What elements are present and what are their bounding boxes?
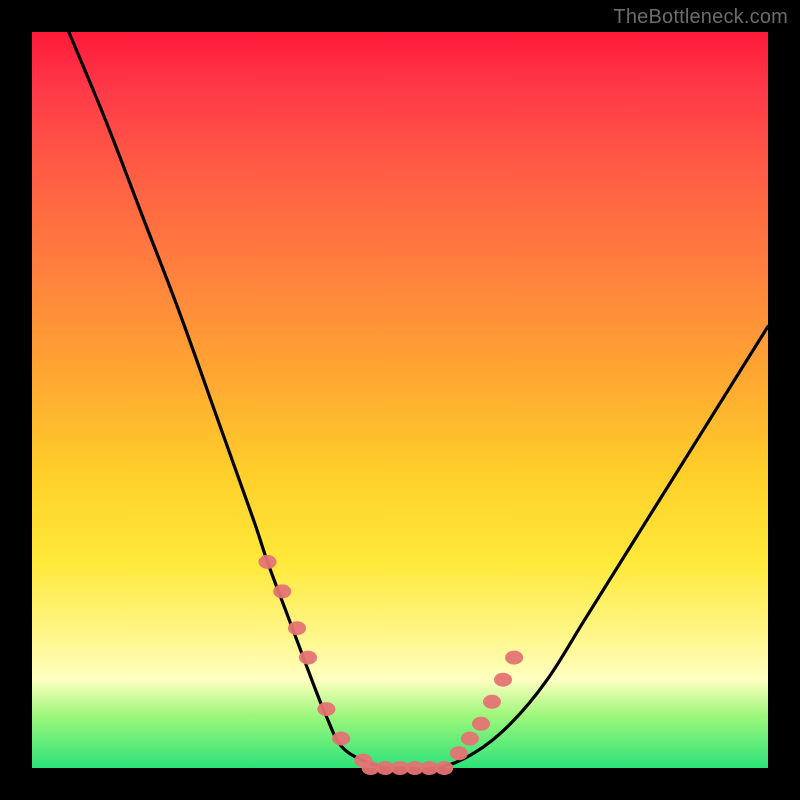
marker-dot bbox=[450, 746, 468, 760]
marker-dot bbox=[259, 555, 277, 569]
marker-dot bbox=[288, 621, 306, 635]
plot-area bbox=[32, 32, 768, 768]
marker-dot bbox=[332, 732, 350, 746]
marker-dot bbox=[461, 732, 479, 746]
marker-dot bbox=[505, 651, 523, 665]
curve-path-group bbox=[69, 32, 768, 769]
marker-dot bbox=[483, 695, 501, 709]
marker-dot bbox=[273, 584, 291, 598]
bottleneck-curve-svg bbox=[32, 32, 768, 768]
marker-dot bbox=[299, 651, 317, 665]
bottleneck-curve-path bbox=[69, 32, 768, 769]
marker-dot bbox=[494, 673, 512, 687]
marker-dot bbox=[435, 761, 453, 775]
marker-dot bbox=[472, 717, 490, 731]
watermark-label: TheBottleneck.com bbox=[613, 6, 788, 29]
chart-frame: TheBottleneck.com bbox=[0, 0, 800, 800]
marker-dot bbox=[317, 702, 335, 716]
marker-dots-group bbox=[259, 555, 524, 775]
